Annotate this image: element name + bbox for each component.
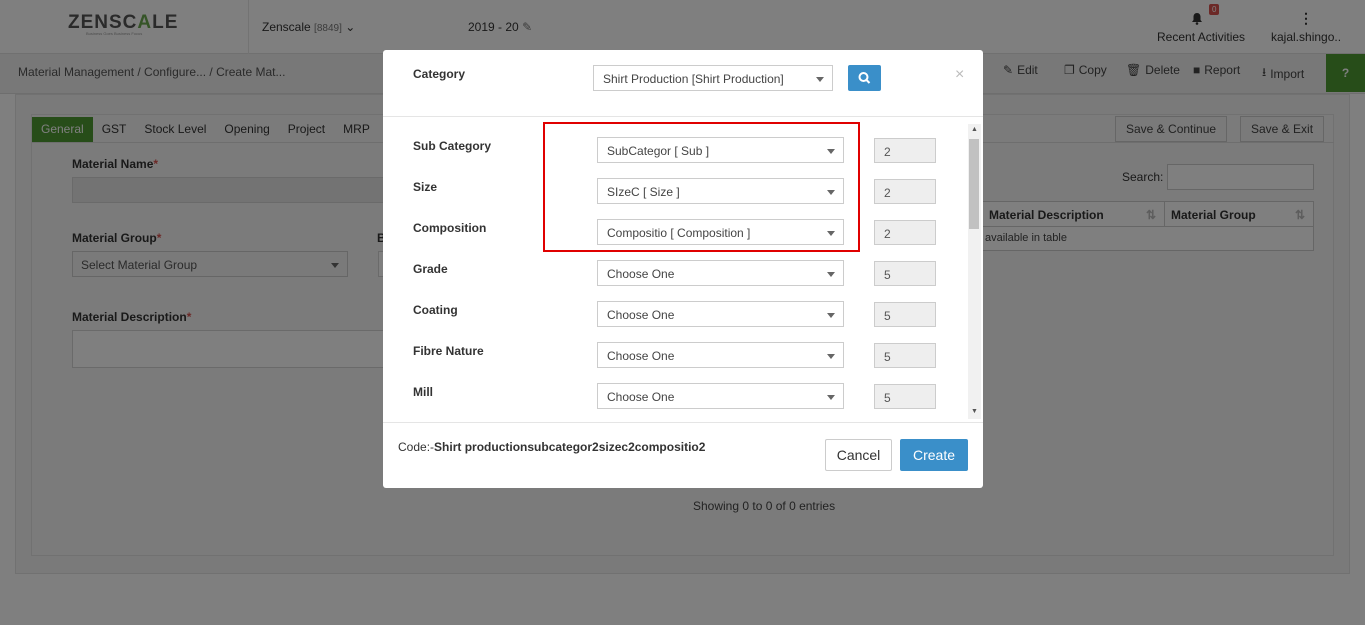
modal-footer-divider xyxy=(383,422,983,423)
caret-down-icon xyxy=(827,395,835,400)
coating-count: 5 xyxy=(874,302,936,327)
mill-select[interactable]: Choose One xyxy=(597,383,844,409)
select-value: Choose One xyxy=(607,267,675,281)
composition-label: Composition xyxy=(413,221,487,235)
cancel-button[interactable]: Cancel xyxy=(825,439,892,471)
size-count: 2 xyxy=(874,179,936,204)
fibre-nature-count: 5 xyxy=(874,343,936,368)
coating-label: Coating xyxy=(413,303,458,317)
create-button[interactable]: Create xyxy=(900,439,968,471)
size-label: Size xyxy=(413,180,438,194)
grade-count: 5 xyxy=(874,261,936,286)
sub-category-count: 2 xyxy=(874,138,936,163)
fibre-nature-select[interactable]: Choose One xyxy=(597,342,844,368)
caret-down-icon xyxy=(816,77,824,82)
mill-label: Mill xyxy=(413,385,433,399)
grade-label: Grade xyxy=(413,262,448,276)
code-value: Shirt productionsubcategor2sizec2composi… xyxy=(434,440,706,454)
scroll-up-icon[interactable]: ▲ xyxy=(971,126,978,133)
category-select[interactable]: Shirt Production [Shirt Production] xyxy=(593,65,833,91)
select-value: Choose One xyxy=(607,349,675,363)
highlight-box xyxy=(543,122,860,252)
scroll-down-icon[interactable]: ▼ xyxy=(971,408,978,415)
category-label: Category xyxy=(413,67,466,81)
coating-select[interactable]: Choose One xyxy=(597,301,844,327)
select-value: Choose One xyxy=(607,308,675,322)
caret-down-icon xyxy=(827,354,835,359)
fibre-nature-label: Fibre Nature xyxy=(413,344,484,358)
scrollbar-thumb[interactable] xyxy=(969,139,979,229)
category-value: Shirt Production [Shirt Production] xyxy=(603,72,784,86)
caret-down-icon xyxy=(827,313,835,318)
sub-category-label: Sub Category xyxy=(413,139,492,153)
caret-down-icon xyxy=(827,272,835,277)
modal-divider xyxy=(383,116,983,117)
code-prefix: Code:- xyxy=(398,440,435,454)
mill-count: 5 xyxy=(874,384,936,409)
search-icon xyxy=(858,72,871,84)
close-icon[interactable]: × xyxy=(955,66,964,84)
grade-select[interactable]: Choose One xyxy=(597,260,844,286)
generated-code: Code:-Shirt productionsubcategor2sizec2c… xyxy=(398,440,705,454)
category-search-button[interactable] xyxy=(848,65,881,91)
select-value: Choose One xyxy=(607,390,675,404)
composition-count: 2 xyxy=(874,220,936,245)
